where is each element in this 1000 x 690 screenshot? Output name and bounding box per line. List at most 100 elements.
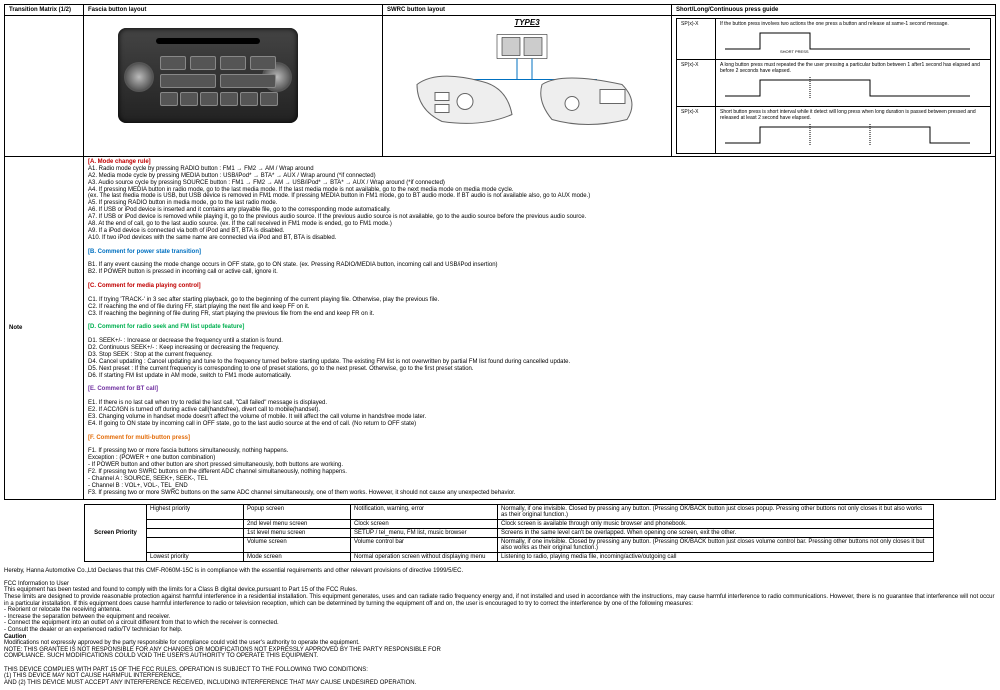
fcc-info: Hereby, Hanna Automotive Co.,Ltd Declare… bbox=[4, 568, 996, 687]
fcc-line: - Connect the equipment into an outlet o… bbox=[4, 620, 996, 627]
fcc-line: This equipment has been tested and found… bbox=[4, 587, 996, 594]
radio-unit-icon bbox=[118, 28, 298, 123]
svg-text:SHORT PRESS: SHORT PRESS bbox=[780, 49, 809, 54]
fcc-line: These limits are designed to provide rea… bbox=[4, 594, 996, 607]
waveform-long-icon bbox=[720, 74, 980, 102]
a-line: A2. Media mode cycle by pressing MEDIA b… bbox=[88, 173, 991, 180]
a-line: (ex. The last media mode is USB, but USB… bbox=[88, 193, 991, 200]
p-blank bbox=[147, 537, 244, 552]
main-table: Transition Matrix (1/2) Fascia button la… bbox=[4, 4, 996, 500]
a-line: A3. Audio source cycle by pressing SOURC… bbox=[88, 180, 991, 187]
col2-header: SWRC button layout bbox=[383, 5, 672, 16]
p-r2c1: 2nd level menu screen bbox=[244, 519, 351, 528]
fcc-caution: Caution bbox=[4, 634, 996, 641]
fcc-line: FCC Information to User bbox=[4, 581, 996, 588]
fcc-line: - Consult the dealer or an experienced r… bbox=[4, 627, 996, 634]
p-r4c3: Normally, if one invisible. Closed by pr… bbox=[498, 537, 934, 552]
note-body: [A. Mode change rule] A1. Radio mode cyc… bbox=[84, 157, 996, 500]
p-r1c3: Normally, if one invisible. Closed by pr… bbox=[498, 504, 934, 519]
p-r3c3: Screens in the same level can't be overl… bbox=[498, 528, 934, 537]
p-r4c2: Volume control bar bbox=[351, 537, 498, 552]
fcc-line: (1) THIS DEVICE MAY NOT CAUSE HARMFUL IN… bbox=[4, 673, 996, 680]
p-r2c2: Clock screen bbox=[351, 519, 498, 528]
d-line: D3. Stop SEEK : Stop at the current freq… bbox=[88, 352, 991, 359]
b-line: B1. If any event causing the mode change… bbox=[88, 262, 991, 269]
p-r1c2: Notification, warning, error bbox=[351, 504, 498, 519]
d-line: D2. Continuous SEEK+/- : Keep increasing… bbox=[88, 345, 991, 352]
fcc-line: Hereby, Hanna Automotive Co.,Ltd Declare… bbox=[4, 568, 996, 575]
f-line: F2. If pressing two SWRC buttons on the … bbox=[88, 469, 991, 476]
e-line: E2. If ACC/IGN is turned off during acti… bbox=[88, 407, 991, 414]
f-line: - If POWER button and other button are s… bbox=[88, 462, 991, 469]
guide-r1-desc: If the button press involves two actions… bbox=[716, 19, 991, 60]
guide-r1-code: SP(x)-X bbox=[677, 19, 716, 60]
col1-header: Fascia button layout bbox=[84, 5, 383, 16]
a-line: A6. If USB or iPod device is inserted an… bbox=[88, 207, 991, 214]
a-line: A5. If pressing RADIO button in media mo… bbox=[88, 200, 991, 207]
b-line: B2. If POWER button is pressed in incomi… bbox=[88, 269, 991, 276]
priority-lowest: Lowest priority bbox=[147, 552, 244, 561]
fascia-layout bbox=[84, 16, 383, 157]
waveform-cont-icon bbox=[720, 121, 980, 149]
p-blank bbox=[147, 519, 244, 528]
guide-r3-code: SP(x)-X bbox=[677, 107, 716, 154]
col3-header: Short/Long/Continuous press guide bbox=[672, 5, 996, 16]
guide-r3-desc: Short button press is short interval whi… bbox=[716, 107, 991, 154]
a-line: A10. If two iPod devices with the same n… bbox=[88, 235, 991, 242]
swrc-diagram-icon bbox=[387, 27, 667, 132]
priority-row-label: Screen Priority bbox=[85, 504, 147, 561]
p-r3c1: 1st level menu screen bbox=[244, 528, 351, 537]
p-r2c3: Clock screen is available through only m… bbox=[498, 519, 934, 528]
d-line: D1. SEEK+/- : Increase or decrease the f… bbox=[88, 338, 991, 345]
d-line: D5. Next preset : If the current frequen… bbox=[88, 366, 991, 373]
f-line: F1. If pressing two or more fascia butto… bbox=[88, 448, 991, 455]
a-line: A4. If pressing MEDIA button in radio mo… bbox=[88, 187, 991, 194]
a-line: A7. If USB or iPod device is removed whi… bbox=[88, 214, 991, 221]
c-line: C3. If reaching the beginning of file du… bbox=[88, 311, 991, 318]
d-line: D4. Cancel updating : Cancel updating an… bbox=[88, 359, 991, 366]
f-line: Exception : (POWER + one button combinat… bbox=[88, 455, 991, 462]
p-r3c2: SETUP / tel_menu, FM list, music browser bbox=[351, 528, 498, 537]
guide-table: SP(x)-X If the button press involves two… bbox=[676, 18, 991, 154]
e-line: E3. Changing volume in handset mode does… bbox=[88, 414, 991, 421]
f-line: F3. If pressing two or more SWRC buttons… bbox=[88, 490, 991, 497]
a-line: A1. Radio mode cycle by pressing RADIO b… bbox=[88, 166, 991, 173]
note-label: Note bbox=[5, 157, 84, 500]
fcc-line: NOTE: THIS GRANTEE IS NOT RESPONSIBLE FO… bbox=[4, 647, 996, 654]
p-r5c3: Listening to radio, playing media file, … bbox=[498, 552, 934, 561]
screen-priority-table: Screen Priority Highest priority Popup s… bbox=[84, 504, 934, 562]
p-r4c1: Volume screen bbox=[244, 537, 351, 552]
f-line: - Channel B : VOL+, VOL-, TEL_END bbox=[88, 483, 991, 490]
title-cell: Transition Matrix (1/2) bbox=[5, 5, 84, 16]
waveform-short-icon: SHORT PRESS bbox=[720, 27, 980, 55]
f-line: - Channel A : SOURCE, SEEK+, SEEK-, TEL bbox=[88, 476, 991, 483]
section-e-title: [E. Comment for BT call] bbox=[88, 386, 991, 393]
c-line: C2. If reaching the end of file during F… bbox=[88, 304, 991, 311]
swrc-layout: TYPE3 bbox=[383, 16, 672, 157]
e-line: E1. If there is no last call when try to… bbox=[88, 400, 991, 407]
a-line: A9. If a iPod device is connected via bo… bbox=[88, 228, 991, 235]
guide-r2-desc: A long button press must repeated the th… bbox=[716, 60, 991, 107]
fcc-line: AND (2) THIS DEVICE MUST ACCEPT ANY INTE… bbox=[4, 680, 996, 687]
fcc-line: Modifications not expressly approved by … bbox=[4, 640, 996, 647]
p-r1c1: Popup screen bbox=[244, 504, 351, 519]
section-d-title: [D. Comment for radio seek and FM list u… bbox=[88, 324, 991, 331]
p-r5c1: Mode screen bbox=[244, 552, 351, 561]
fcc-line: - Reorient or relocate the receiving ant… bbox=[4, 607, 996, 614]
fcc-line: COMPLIANCE. SUCH MODIFICATIONS COULD VOI… bbox=[4, 653, 996, 660]
p-r5c2: Normal operation screen without displayi… bbox=[351, 552, 498, 561]
guide-r2-code: SP(x)-X bbox=[677, 60, 716, 107]
press-guide: SP(x)-X If the button press involves two… bbox=[672, 16, 996, 157]
fcc-line: THIS DEVICE COMPLIES WITH PART 15 OF THE… bbox=[4, 667, 996, 674]
blank-left bbox=[5, 16, 84, 157]
section-b-title: [B. Comment for power state transition] bbox=[88, 249, 991, 256]
type3-label: TYPE3 bbox=[514, 18, 539, 27]
e-line: E4. If going to ON state by incoming cal… bbox=[88, 421, 991, 428]
c-line: C1. If trying 'TRACK-' in 3 sec after st… bbox=[88, 297, 991, 304]
section-f-title: [F. Comment for multi-button press] bbox=[88, 435, 991, 442]
d-line: D6. If starting FM list update in AM mod… bbox=[88, 373, 991, 380]
section-c-title: [C. Comment for media playing control] bbox=[88, 283, 991, 290]
fcc-line: - Increase the separation between the eq… bbox=[4, 614, 996, 621]
priority-highest: Highest priority bbox=[147, 504, 244, 519]
section-a-title: [A. Mode change rule] bbox=[88, 159, 991, 166]
